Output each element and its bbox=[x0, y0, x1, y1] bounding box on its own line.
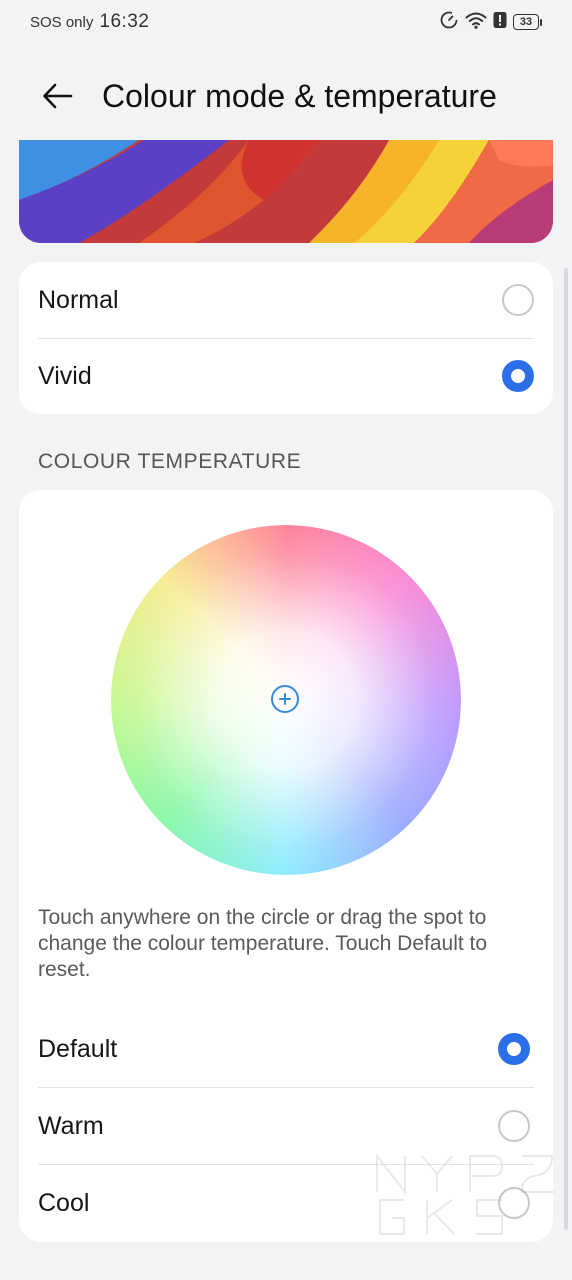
temperature-spot[interactable] bbox=[271, 685, 299, 713]
radio-vivid[interactable] bbox=[502, 360, 534, 392]
hint-text: Touch anywhere on the circle or drag the… bbox=[38, 906, 488, 981]
option-label: Normal bbox=[38, 285, 119, 314]
title-bar: Colour mode & temperature bbox=[0, 60, 572, 132]
scrollbar[interactable] bbox=[564, 268, 568, 1230]
option-label: Default bbox=[38, 1034, 118, 1063]
arrow-left-icon bbox=[43, 83, 73, 109]
option-default[interactable]: Default bbox=[19, 1011, 553, 1087]
option-vivid[interactable]: Vivid bbox=[19, 338, 553, 414]
radio-default[interactable] bbox=[498, 1033, 530, 1065]
page-title: Colour mode & temperature bbox=[102, 77, 497, 114]
radio-warm[interactable] bbox=[498, 1110, 530, 1142]
option-label: Warm bbox=[38, 1111, 104, 1140]
carrier-text: SOS only bbox=[30, 14, 94, 31]
colour-wheel[interactable] bbox=[111, 525, 461, 875]
option-cool[interactable]: Cool bbox=[19, 1165, 553, 1241]
back-button[interactable] bbox=[36, 74, 80, 118]
colour-mode-card: Normal Vivid bbox=[19, 262, 553, 414]
status-icons: 33 bbox=[439, 10, 542, 35]
preview-image bbox=[19, 140, 553, 243]
status-left: SOS only 16:32 bbox=[30, 11, 149, 33]
radio-cool[interactable] bbox=[498, 1187, 530, 1219]
data-saver-icon bbox=[439, 10, 459, 35]
option-normal[interactable]: Normal bbox=[19, 262, 553, 338]
status-bar: SOS only 16:32 33 bbox=[0, 0, 572, 44]
option-warm[interactable]: Warm bbox=[19, 1088, 553, 1164]
battery-icon: 33 bbox=[513, 14, 542, 30]
colour-temperature-card: Touch anywhere on the circle or drag the… bbox=[19, 490, 553, 1242]
wifi-icon bbox=[465, 11, 487, 34]
section-header: COLOUR TEMPERATURE bbox=[38, 450, 302, 473]
option-label: Cool bbox=[38, 1188, 90, 1217]
plus-icon bbox=[279, 693, 291, 705]
radio-normal[interactable] bbox=[502, 284, 534, 316]
alert-icon bbox=[493, 11, 507, 34]
clock: 16:32 bbox=[99, 11, 150, 32]
option-label: Vivid bbox=[38, 361, 92, 390]
battery-level: 33 bbox=[513, 14, 539, 30]
